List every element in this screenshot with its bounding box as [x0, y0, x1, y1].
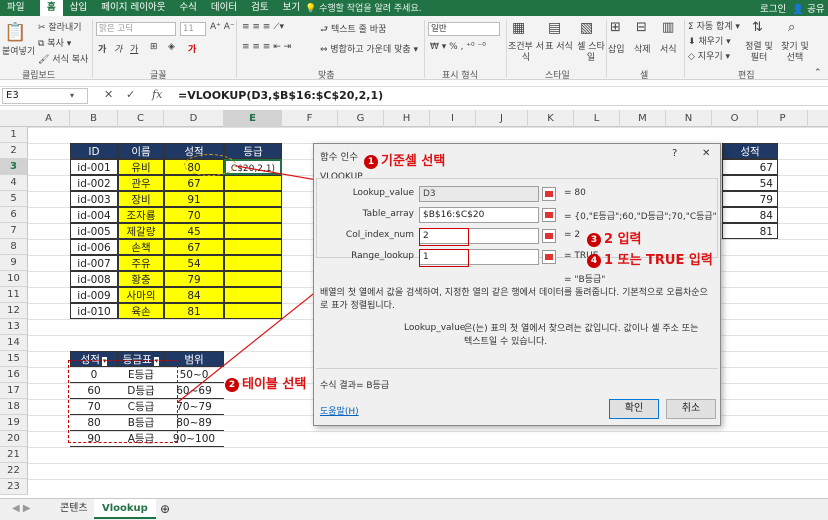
collapse-dialog-icon[interactable] — [542, 250, 556, 264]
annotation-4: 41 또는 TRUE 입력 — [587, 249, 713, 268]
arg-result: = 80 — [564, 188, 586, 198]
sheet-tab-vlookup[interactable]: Vlookup — [94, 499, 156, 519]
col-index-highlight — [419, 228, 469, 246]
annotation-2: 2 테이블 선택 — [225, 373, 306, 392]
arg-label-col_index_num: Col_index_num — [345, 230, 414, 240]
annotation-3: 32 입력 — [587, 228, 642, 247]
annotation-1: 1 기준셀 선택 — [364, 150, 445, 169]
sheet-tab-bar: ◀ ▶ 콘텐츠 Vlookup ⊕ — [0, 498, 828, 520]
arg-result: = 2 — [564, 230, 581, 240]
ok-button[interactable]: 확인 — [609, 399, 659, 419]
arg-result: = {0,"E등급";60,"D등급";70,"C등급";80... — [564, 212, 716, 222]
argument-description: 은(는) 표의 첫 열에서 찾으려는 값입니다. 값이나 셀 주소 또는 텍스트… — [464, 324, 699, 347]
dialog-close-icon[interactable]: ✕ — [702, 148, 710, 159]
collapse-dialog-icon[interactable] — [542, 229, 556, 243]
help-link[interactable]: 도움말(H) — [320, 404, 359, 417]
collapse-dialog-icon[interactable] — [542, 208, 556, 222]
cancel-button[interactable]: 취소 — [666, 399, 716, 419]
arg-label-lookup_value: Lookup_value — [352, 188, 414, 198]
scroll-tabs-left-icon[interactable]: ◀ ▶ — [4, 499, 39, 519]
dialog-help-icon[interactable]: ? — [672, 148, 677, 159]
sheet-tab-contents[interactable]: 콘텐츠 — [52, 499, 97, 519]
arg-input-table_array[interactable]: $B$16:$C$20 — [419, 207, 539, 223]
add-sheet-icon[interactable]: ⊕ — [152, 499, 178, 519]
formula-result: 수식 결과= B등급 — [320, 381, 390, 391]
arg-label-table_array: Table_array — [362, 209, 414, 219]
function-result-preview: = "B등급" — [564, 275, 606, 285]
function-arguments-dialog: 함수 인수 ? ✕ VLOOKUP Lookup_value D3 = 80 Tabl… — [313, 143, 721, 426]
dialog-title: 함수 인수 — [320, 152, 358, 163]
function-description: 배열의 첫 열에서 값을 검색하여, 지정한 열의 같은 행에서 데이터를 돌려… — [320, 288, 708, 311]
arg-label-range_lookup: Range_lookup — [351, 251, 414, 261]
arg-input-lookup_value[interactable]: D3 — [419, 186, 539, 202]
range-lookup-highlight — [419, 249, 469, 267]
argument-name: Lookup_value — [404, 323, 466, 333]
collapse-dialog-icon[interactable] — [542, 187, 556, 201]
